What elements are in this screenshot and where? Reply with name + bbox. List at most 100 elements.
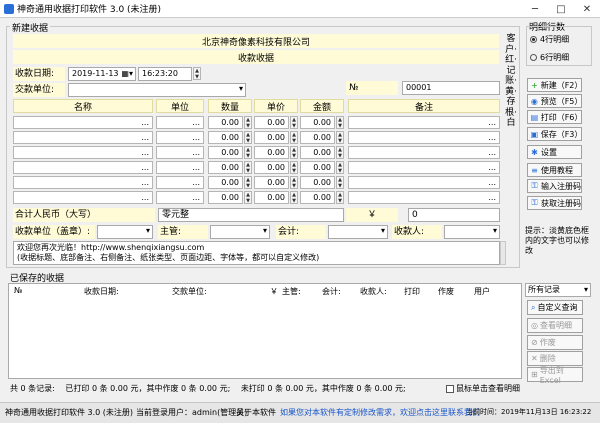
receipt-title[interactable]: 收款收据 [13, 50, 499, 64]
saved-action-button[interactable]: ◎ 查看明细 [527, 318, 583, 333]
toolbar-button[interactable]: ⚿ 获取注册码 [527, 196, 582, 210]
item-cell-name[interactable]: ... [13, 146, 153, 159]
saved-column-header[interactable]: 主管: [282, 286, 301, 297]
chevron-down-icon[interactable]: ▾ [239, 84, 243, 93]
contact-link[interactable]: 如果您对本软件有定制修改需求，欢迎点击这里联系我们 [280, 407, 480, 418]
item-cell-name[interactable]: ... [13, 191, 153, 204]
no-value[interactable]: 00001 [402, 81, 500, 95]
item-cell-note[interactable]: ... [348, 131, 500, 144]
total-value[interactable]: 0 [408, 208, 500, 222]
item-cell-unit[interactable]: ... [156, 131, 204, 144]
saved-column-header[interactable]: 会计: [322, 286, 341, 297]
time-spinner[interactable]: ▲ ▼ [193, 67, 201, 80]
item-cell-amount[interactable]: 0.00 [300, 116, 335, 129]
spinner[interactable]: ▲ ▼ [244, 131, 252, 144]
remark-textarea[interactable]: 欢迎您再次光临！http://www.shenqixiangsu.com (收据… [13, 241, 500, 265]
saved-column-header[interactable]: 用户 [474, 286, 490, 297]
toolbar-button[interactable]: ▣ 保存（F3） [527, 127, 582, 141]
item-cell-name[interactable]: ... [13, 116, 153, 129]
spinner[interactable]: ▲ ▼ [244, 146, 252, 159]
item-cell-price[interactable]: 0.00 [254, 161, 289, 174]
saved-column-header[interactable]: 收款人: [360, 286, 387, 297]
toolbar-button[interactable]: ✱ 设置 [527, 145, 582, 159]
spinner[interactable]: ▲ ▼ [244, 176, 252, 189]
spinner[interactable]: ▲ ▼ [336, 176, 344, 189]
item-cell-price[interactable]: 0.00 [254, 191, 289, 204]
toolbar-button[interactable]: ≡ 使用教程 [527, 163, 582, 177]
item-cell-unit[interactable]: ... [156, 146, 204, 159]
item-cell-amount[interactable]: 0.00 [300, 131, 335, 144]
payer-select[interactable]: ▾ [68, 83, 246, 97]
chevron-down-icon[interactable]: ▾ [381, 226, 385, 235]
item-cell-qty[interactable]: 0.00 [208, 176, 243, 189]
toolbar-button[interactable]: + 新建（F2） [527, 78, 582, 92]
item-cell-note[interactable]: ... [348, 116, 500, 129]
chevron-down-icon[interactable]: ▾ [584, 284, 588, 296]
item-cell-price[interactable]: 0.00 [254, 116, 289, 129]
item-cell-qty[interactable]: 0.00 [208, 146, 243, 159]
radio-4-rows[interactable]: 4行明细 [530, 34, 569, 45]
minimize-button[interactable]: ─ [522, 0, 548, 18]
accountant-select[interactable]: ▾ [328, 225, 388, 239]
saved-column-header[interactable]: 收款日期: [84, 286, 119, 297]
spinner[interactable]: ▲ ▼ [290, 116, 298, 129]
item-cell-name[interactable]: ... [13, 131, 153, 144]
item-cell-amount[interactable]: 0.00 [300, 146, 335, 159]
chevron-down-icon[interactable]: ▾ [263, 226, 267, 235]
spinner[interactable]: ▲ ▼ [244, 161, 252, 174]
item-cell-amount[interactable]: 0.00 [300, 191, 335, 204]
saved-action-button[interactable]: ⊞ 导出到Excel [527, 366, 583, 385]
spinner[interactable]: ▲ ▼ [290, 176, 298, 189]
item-cell-note[interactable]: ... [348, 191, 500, 204]
date-picker[interactable]: 2019-11-13 ▦▾ [68, 67, 136, 81]
item-cell-qty[interactable]: 0.00 [208, 161, 243, 174]
radio-6-rows[interactable]: 6行明细 [530, 52, 569, 63]
record-filter-select[interactable]: 所有记录 ▾ [525, 283, 591, 297]
spinner[interactable]: ▲ ▼ [290, 161, 298, 174]
saved-action-button[interactable]: ⌕ 自定义查询 [527, 300, 583, 315]
total-rmb-value[interactable]: 零元整 [158, 208, 344, 222]
saved-receipts-table[interactable] [8, 283, 522, 379]
remark-scrollbar[interactable] [500, 241, 506, 265]
spinner[interactable]: ▲ ▼ [336, 191, 344, 204]
saved-column-header[interactable]: 作废 [438, 286, 454, 297]
toolbar-button[interactable]: ⚿ 输入注册码 [527, 179, 582, 193]
spinner[interactable]: ▲ ▼ [336, 116, 344, 129]
about-link[interactable]: 关于本软件 [236, 407, 276, 418]
item-cell-price[interactable]: 0.00 [254, 176, 289, 189]
item-cell-name[interactable]: ... [13, 161, 153, 174]
click-detail-checkbox[interactable]: 鼠标单击查看明细 [446, 383, 520, 394]
item-cell-unit[interactable]: ... [156, 116, 204, 129]
calendar-icon[interactable]: ▦▾ [121, 68, 133, 80]
maximize-button[interactable]: □ [548, 0, 574, 18]
close-button[interactable]: ✕ [574, 0, 600, 18]
spinner[interactable]: ▲ ▼ [336, 131, 344, 144]
payee-select[interactable]: ▾ [97, 225, 153, 239]
spinner[interactable]: ▲ ▼ [290, 146, 298, 159]
company-name[interactable]: 北京神奇像素科技有限公司 [13, 34, 499, 48]
item-cell-qty[interactable]: 0.00 [208, 131, 243, 144]
saved-action-button[interactable]: ⊘ 作废 [527, 335, 583, 350]
item-cell-qty[interactable]: 0.00 [208, 116, 243, 129]
item-cell-note[interactable]: ... [348, 176, 500, 189]
spinner[interactable]: ▲ ▼ [290, 131, 298, 144]
toolbar-button[interactable]: ▤ 打印（F6） [527, 110, 582, 124]
toolbar-button[interactable]: ◉ 预览（F5） [527, 94, 582, 108]
item-cell-note[interactable]: ... [348, 146, 500, 159]
item-cell-qty[interactable]: 0.00 [208, 191, 243, 204]
spinner[interactable]: ▲ ▼ [336, 146, 344, 159]
item-cell-amount[interactable]: 0.00 [300, 176, 335, 189]
item-cell-price[interactable]: 0.00 [254, 146, 289, 159]
time-input[interactable]: 16:23:20 [138, 67, 192, 81]
saved-column-header[interactable]: № [14, 286, 22, 295]
chevron-down-icon[interactable]: ▾ [146, 226, 150, 235]
saved-column-header[interactable]: ￥ [270, 286, 278, 297]
spinner[interactable]: ▲ ▼ [290, 191, 298, 204]
supervisor-select[interactable]: ▾ [210, 225, 270, 239]
saved-column-header[interactable]: 交款单位: [172, 286, 207, 297]
spinner[interactable]: ▲ ▼ [244, 191, 252, 204]
item-cell-unit[interactable]: ... [156, 161, 204, 174]
saved-column-header[interactable]: 打印 [404, 286, 420, 297]
item-cell-price[interactable]: 0.00 [254, 131, 289, 144]
spinner[interactable]: ▲ ▼ [336, 161, 344, 174]
